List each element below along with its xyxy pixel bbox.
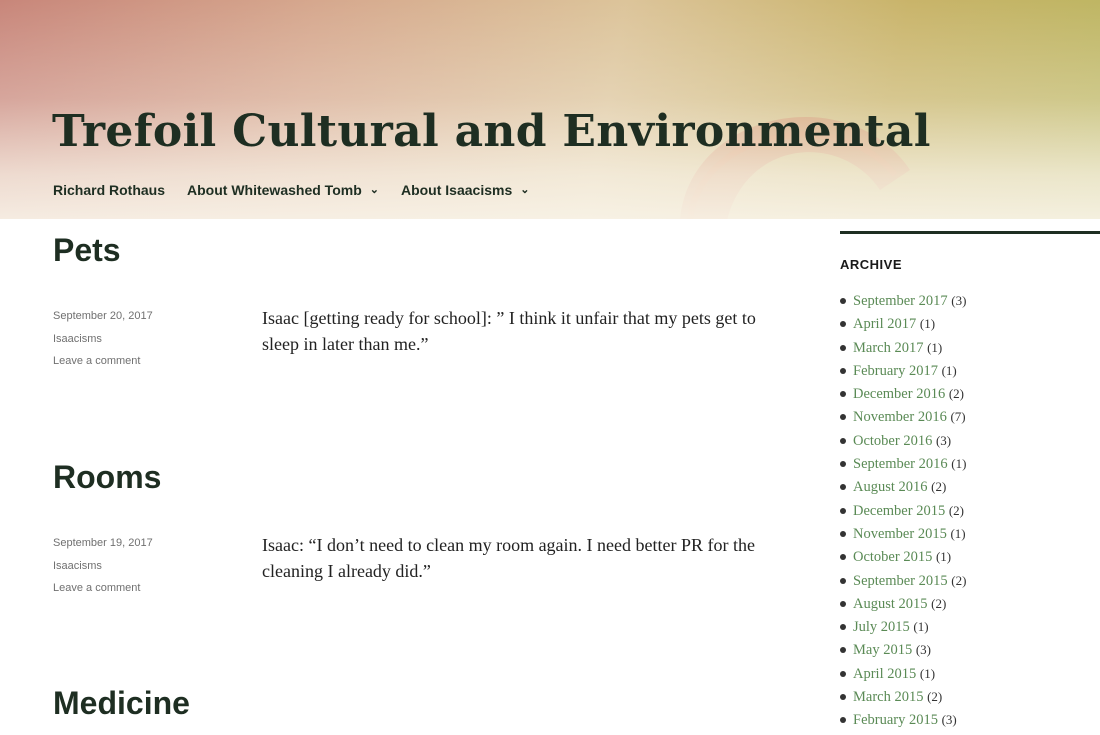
archive-month-link[interactable]: September 2017 <box>853 293 948 309</box>
chevron-down-icon[interactable]: ⌄ <box>520 183 529 196</box>
archive-month-link[interactable]: October 2016 <box>853 433 932 449</box>
nav-item-label: Richard Rothaus <box>53 182 166 198</box>
archive-post-count: (1) <box>919 316 936 332</box>
archive-list-item: September 2015 (2) <box>840 572 1100 595</box>
post-category-link[interactable]: Isaacisms <box>53 560 102 572</box>
archive-month-link[interactable]: December 2016 <box>853 386 945 402</box>
archive-list-item: March 2017 (1) <box>840 339 1100 362</box>
archive-month-link[interactable]: November 2015 <box>853 526 947 542</box>
archive-list-item: February 2015 (3) <box>840 711 1100 734</box>
nav-item-richard-rothaus[interactable]: Richard Rothaus <box>53 182 165 198</box>
archive-list-item: February 2017 (1) <box>840 362 1100 385</box>
nav-item-label: About Isaacisms <box>400 182 513 198</box>
archive-month-link[interactable]: July 2015 <box>853 619 910 635</box>
archive-post-count: (1) <box>919 665 936 681</box>
archive-list-item: July 2015 (1) <box>840 618 1100 641</box>
archive-widget-title: ARCHIVE <box>840 257 903 272</box>
archive-post-count: (1) <box>941 362 957 378</box>
archive-post-count: (3) <box>951 293 967 308</box>
archive-list-item: August 2015 (2) <box>840 595 1100 618</box>
archive-post-count: (3) <box>915 642 932 658</box>
primary-navigation: Richard Rothaus About Whitewashed Tomb ⌄… <box>53 182 551 198</box>
post-meta: September 20, 2017 Isaacisms Leave a com… <box>53 308 153 376</box>
archive-list-item: April 2017 (1) <box>840 315 1100 338</box>
widget-divider <box>840 231 1100 234</box>
archive-post-count: (2) <box>951 572 967 588</box>
archive-post-count: (2) <box>948 386 964 402</box>
archive-list-item: September 2016 (1) <box>840 455 1100 478</box>
archive-list-item: November 2016 (7) <box>840 408 1100 431</box>
archive-list-item: November 2015 (1) <box>840 525 1100 548</box>
archive-post-count: (1) <box>951 456 967 472</box>
nav-item-about-whitewashed-tomb[interactable]: About Whitewashed Tomb ⌄ <box>187 182 379 198</box>
archive-month-link[interactable]: December 2015 <box>853 503 945 519</box>
post-excerpt: Isaac: “I don’t need to clean my room ag… <box>262 535 755 581</box>
post-date-link[interactable]: September 20, 2017 <box>53 310 153 322</box>
archive-month-link[interactable]: February 2015 <box>853 712 938 728</box>
post-category-link[interactable]: Isaacisms <box>53 333 102 345</box>
leave-comment-link[interactable]: Leave a comment <box>53 355 140 367</box>
archive-month-link[interactable]: February 2017 <box>853 363 938 379</box>
post-meta: September 19, 2017 Isaacisms Leave a com… <box>53 535 153 603</box>
archive-month-link[interactable]: October 2015 <box>853 549 932 565</box>
archive-list-item: December 2015 (2) <box>840 502 1100 525</box>
archive-list-item: December 2016 (2) <box>840 385 1100 408</box>
archive-month-link[interactable]: August 2015 <box>853 596 928 612</box>
archive-month-link[interactable]: April 2015 <box>853 666 916 682</box>
archive-list-item: October 2016 (3) <box>840 432 1100 455</box>
archive-post-count: (1) <box>913 619 929 635</box>
archive-post-count: (1) <box>950 525 966 541</box>
archive-post-count: (2) <box>931 595 947 611</box>
archive-list: September 2017 (3) April 2017 (1) March 20… <box>840 292 1100 735</box>
archive-list-item: April 2015 (1) <box>840 665 1100 688</box>
post-date-link[interactable]: September 19, 2017 <box>53 537 153 549</box>
archive-post-count: (1) <box>935 549 952 565</box>
archive-post-count: (2) <box>948 502 964 518</box>
site-header: Trefoil Cultural and Environmental Richa… <box>0 0 1100 219</box>
archive-month-link[interactable]: March 2015 <box>853 689 923 705</box>
archive-month-link[interactable]: September 2015 <box>853 573 948 589</box>
archive-post-count: (2) <box>927 689 943 705</box>
archive-post-count: (2) <box>931 479 947 495</box>
sidebar: ARCHIVE September 2017 (3) April 2017 (1)… <box>840 231 1100 735</box>
archive-list-item: August 2016 (2) <box>840 478 1100 501</box>
archive-month-link[interactable]: November 2016 <box>853 409 947 425</box>
archive-month-link[interactable]: August 2016 <box>853 479 928 495</box>
post-title-rooms[interactable]: Rooms <box>53 459 161 496</box>
site-title[interactable]: Trefoil Cultural and Environmental <box>52 106 931 157</box>
nav-item-about-isaacisms[interactable]: About Isaacisms ⌄ <box>401 182 529 198</box>
archive-list-item: March 2015 (2) <box>840 688 1100 711</box>
archive-post-count: (3) <box>941 712 957 728</box>
post-title-medicine[interactable]: Medicine <box>53 685 190 722</box>
post-excerpt: Isaac [getting ready for school]: ” I th… <box>262 308 756 354</box>
chevron-down-icon[interactable]: ⌄ <box>370 183 379 196</box>
nav-item-label: About Whitewashed Tomb <box>187 182 362 198</box>
archive-month-link[interactable]: September 2016 <box>853 456 948 472</box>
leave-comment-link[interactable]: Leave a comment <box>53 582 140 594</box>
archive-list-item: October 2015 (1) <box>840 548 1100 571</box>
archive-month-link[interactable]: May 2015 <box>853 642 912 658</box>
post-title-pets[interactable]: Pets <box>53 232 121 269</box>
archive-month-link[interactable]: April 2017 <box>853 316 916 332</box>
archive-list-item: September 2017 (3) <box>840 292 1100 315</box>
archive-post-count: (3) <box>935 432 952 448</box>
archive-month-link[interactable]: March 2017 <box>853 340 923 356</box>
archive-list-item: May 2015 (3) <box>840 641 1100 664</box>
archive-post-count: (7) <box>950 409 966 425</box>
archive-post-count: (1) <box>927 339 943 355</box>
